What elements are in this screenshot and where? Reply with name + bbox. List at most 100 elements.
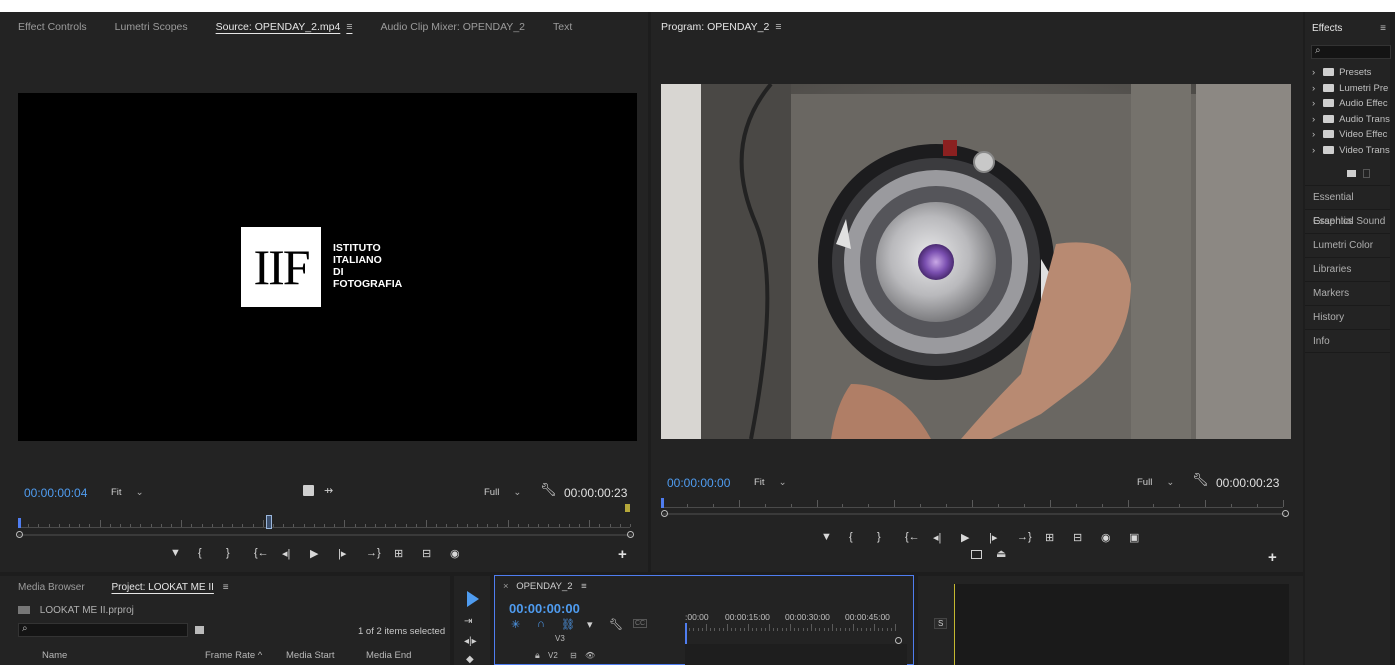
panel-essential-sound[interactable]: Essential Sound	[1305, 209, 1390, 233]
program-resolution-dropdown[interactable]: Full ⌄	[1137, 477, 1174, 488]
panel-markers[interactable]: Markers	[1305, 281, 1390, 305]
program-timecode-in[interactable]: 00:00:00:00	[667, 476, 730, 490]
menu-icon[interactable]: ≡	[581, 581, 587, 592]
new-bin-icon[interactable]	[1347, 170, 1356, 177]
tab-text[interactable]: Text	[553, 21, 572, 33]
add-marker-icon[interactable]: ▾	[587, 618, 593, 631]
program-zoom-bar[interactable]	[663, 513, 1285, 515]
timeline-zoom-handle-icon[interactable]	[895, 637, 902, 644]
export-frame-icon[interactable]: ◉	[1101, 531, 1111, 544]
tab-source[interactable]: Source: OPENDAY_2.mp4 ≡	[216, 21, 353, 33]
step-back-icon[interactable]: ◂|	[933, 531, 941, 544]
program-zoom-dropdown[interactable]: Fit ⌄	[754, 477, 787, 488]
effects-title[interactable]: Effects	[1312, 23, 1342, 34]
overwrite-icon[interactable]: ⊟	[422, 547, 431, 560]
project-search-field[interactable]: ⌕	[18, 623, 188, 637]
lift-icon[interactable]: ⊞	[1045, 531, 1054, 544]
eye-icon[interactable]: 👁︎	[585, 651, 595, 660]
extract-icon[interactable]: ⊟	[1073, 531, 1082, 544]
panel-history[interactable]: History	[1305, 305, 1390, 329]
delete-icon[interactable]	[1363, 169, 1370, 178]
tab-program[interactable]: Program: OPENDAY_2 ≡	[661, 21, 781, 33]
nest-sequence-icon[interactable]: ✳︎	[511, 618, 520, 631]
menu-icon[interactable]: ≡	[223, 582, 229, 593]
step-back-icon[interactable]: ◂|	[282, 547, 290, 560]
source-zoom-bar[interactable]	[18, 534, 632, 536]
add-marker-icon[interactable]: ▼	[170, 547, 181, 559]
track-select-icon[interactable]: ⇥	[464, 616, 472, 627]
add-button-icon[interactable]: +	[1268, 549, 1277, 566]
source-zoom-dropdown[interactable]: Fit ⌄	[111, 487, 144, 498]
panel-info[interactable]: Info	[1305, 329, 1390, 353]
go-to-in-icon[interactable]: {←	[905, 531, 920, 543]
tree-item-presets[interactable]: › Presets	[1305, 65, 1390, 81]
timeline-timecode[interactable]: 00:00:00:00	[509, 601, 580, 616]
effects-search-field[interactable]: ⌕	[1311, 45, 1391, 59]
linked-selection-icon[interactable]: ⛓︎	[561, 618, 575, 631]
panel-lumetri-color[interactable]: Lumetri Color	[1305, 233, 1390, 257]
new-search-bin-icon[interactable]	[195, 626, 204, 634]
extract-icon[interactable]: ⏏︎	[996, 547, 1006, 560]
tree-item-video-transitions[interactable]: › Video Trans	[1305, 143, 1390, 159]
tab-lumetri-scopes[interactable]: Lumetri Scopes	[115, 21, 188, 33]
step-forward-icon[interactable]: |▸	[989, 531, 997, 544]
solo-button[interactable]: S	[934, 618, 948, 629]
scroll-handle-right-icon[interactable]	[1282, 510, 1289, 517]
source-time-ruler[interactable]	[18, 514, 631, 528]
scroll-handle-left-icon[interactable]	[16, 531, 23, 538]
tab-media-browser[interactable]: Media Browser	[18, 582, 85, 593]
mark-in-icon[interactable]: {	[198, 547, 202, 559]
tree-item-audio-effects[interactable]: › Audio Effec	[1305, 96, 1390, 112]
settings-icon[interactable]	[303, 485, 314, 496]
lift-icon[interactable]	[971, 550, 982, 559]
tree-item-video-effects[interactable]: › Video Effec	[1305, 127, 1390, 143]
insert-icon[interactable]: ⊞	[394, 547, 403, 560]
program-time-ruler[interactable]	[661, 494, 1284, 508]
add-button-icon[interactable]: +	[618, 546, 627, 563]
column-name[interactable]: Name	[42, 650, 67, 661]
mark-in-icon[interactable]: {	[849, 531, 853, 543]
tab-project[interactable]: Project: LOOKAT ME II	[111, 582, 213, 593]
go-to-out-icon[interactable]: →}	[366, 547, 381, 559]
comparison-view-icon[interactable]: ▣	[1129, 531, 1139, 544]
scroll-handle-left-icon[interactable]	[661, 510, 668, 517]
wrench-icon[interactable]: 🔧︎	[540, 482, 557, 498]
razor-icon[interactable]: ◆	[466, 654, 474, 665]
sync-lock-icon[interactable]: ⊟	[570, 651, 577, 660]
go-to-in-icon[interactable]: {←	[254, 547, 269, 559]
play-icon[interactable]: ▶	[961, 531, 969, 544]
tree-item-audio-transitions[interactable]: › Audio Trans	[1305, 112, 1390, 128]
drag-video-icon[interactable]: ⇸	[324, 484, 333, 497]
mark-out-icon[interactable]: }	[877, 531, 881, 543]
step-forward-icon[interactable]: |▸	[338, 547, 346, 560]
tab-audio-clip-mixer[interactable]: Audio Clip Mixer: OPENDAY_2	[380, 21, 525, 33]
tree-item-lumetri-presets[interactable]: › Lumetri Pre	[1305, 81, 1390, 97]
snap-icon[interactable]: ∩	[537, 618, 545, 630]
menu-icon[interactable]: ≡	[775, 21, 781, 33]
source-video-frame[interactable]: IIF ISTITUTO ITALIANO DI FOTOGRAFIA	[18, 93, 637, 441]
scroll-handle-right-icon[interactable]	[627, 531, 634, 538]
camera-icon[interactable]: ◉	[450, 547, 460, 560]
add-marker-icon[interactable]: ▼	[821, 531, 832, 543]
program-video-frame[interactable]	[661, 84, 1291, 439]
source-timecode-in[interactable]: 00:00:00:04	[24, 486, 87, 500]
mark-out-icon[interactable]: }	[226, 547, 230, 559]
menu-icon[interactable]: ≡	[346, 21, 352, 33]
ripple-edit-icon[interactable]: ◂|▸	[464, 636, 477, 647]
column-media-end[interactable]: Media End	[366, 650, 411, 661]
panel-libraries[interactable]: Libraries	[1305, 257, 1390, 281]
play-icon[interactable]: ▶	[310, 547, 318, 560]
track-area[interactable]	[685, 644, 907, 665]
program-playhead[interactable]	[661, 498, 664, 508]
timeline-ruler[interactable]: :00:00 00:00:15:00 00:00:30:00 00:00:45:…	[685, 612, 900, 636]
wrench-icon[interactable]: 🔧︎	[1192, 472, 1209, 488]
column-frame-rate[interactable]: Frame Rate ^	[205, 650, 262, 661]
tab-effect-controls[interactable]: Effect Controls	[18, 21, 87, 33]
settings-wrench-icon[interactable]: 🔧︎	[609, 618, 623, 631]
column-media-start[interactable]: Media Start	[286, 650, 335, 661]
go-to-out-icon[interactable]: →}	[1017, 531, 1032, 543]
panel-essential-graphics[interactable]: Essential Graphics	[1305, 185, 1390, 227]
selection-tool-icon[interactable]	[467, 591, 479, 607]
source-playhead[interactable]	[18, 518, 21, 528]
menu-icon[interactable]: ≡	[1380, 23, 1386, 34]
